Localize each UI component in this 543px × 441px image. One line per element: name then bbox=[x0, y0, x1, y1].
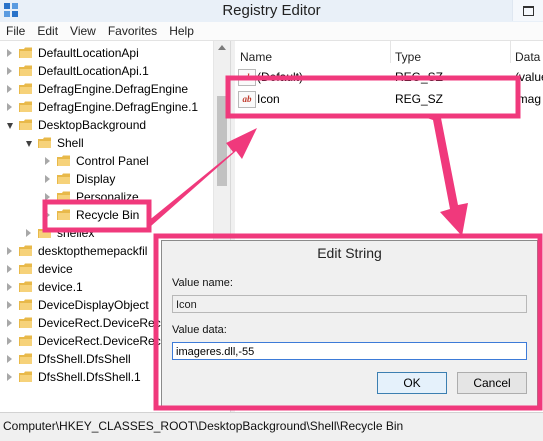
tree-item-label: Recycle Bin bbox=[76, 208, 140, 222]
collapsed-arrow-icon[interactable] bbox=[7, 49, 12, 57]
value-row[interactable]: ab Icon REG_SZ imag bbox=[235, 90, 543, 108]
collapsed-arrow-icon[interactable] bbox=[7, 319, 12, 327]
collapsed-arrow-icon[interactable] bbox=[7, 337, 12, 345]
value-data: (value bbox=[515, 70, 543, 84]
tree-item-label: DefragEngine.DefragEngine bbox=[38, 82, 189, 96]
collapsed-arrow-icon[interactable] bbox=[7, 247, 12, 255]
tree-item-label: DeviceRect.DeviceRec bbox=[38, 334, 161, 348]
tree-item-label: DesktopBackground bbox=[38, 118, 147, 132]
tree-item-label: Control Panel bbox=[76, 154, 149, 168]
menu-help[interactable]: Help bbox=[163, 22, 200, 38]
tree-item-label: DefragEngine.DefragEngine.1 bbox=[38, 100, 199, 114]
folder-icon bbox=[19, 353, 32, 364]
tree-item-label: DfsShell.DfsShell bbox=[38, 352, 131, 366]
folder-icon bbox=[19, 317, 32, 328]
folder-icon bbox=[19, 83, 32, 94]
folder-icon bbox=[57, 209, 70, 220]
menu-favorites[interactable]: Favorites bbox=[102, 22, 163, 38]
tree-item-label: shellex bbox=[57, 226, 95, 240]
tree-item-label: DfsShell.DfsShell.1 bbox=[38, 370, 141, 384]
expanded-arrow-icon[interactable] bbox=[26, 141, 32, 147]
collapsed-arrow-icon[interactable] bbox=[45, 193, 50, 201]
collapsed-arrow-icon[interactable] bbox=[7, 103, 12, 111]
status-bar: Computer\HKEY_CLASSES_ROOT\DesktopBackgr… bbox=[0, 412, 543, 441]
string-value-icon: ab bbox=[238, 69, 256, 86]
edit-string-dialog: Edit String Value name: Icon Value data:… bbox=[161, 240, 538, 407]
column-header-name[interactable]: Name bbox=[235, 41, 391, 64]
value-data: imag bbox=[515, 92, 542, 106]
scrollbar-thumb[interactable] bbox=[217, 96, 227, 186]
collapsed-arrow-icon[interactable] bbox=[45, 211, 50, 219]
folder-icon bbox=[19, 245, 32, 256]
tree-item-label: Shell bbox=[57, 136, 84, 150]
value-data-label: Value data: bbox=[172, 324, 227, 336]
collapsed-arrow-icon[interactable] bbox=[7, 355, 12, 363]
window-title: Registry Editor bbox=[222, 2, 321, 19]
ok-button[interactable]: OK bbox=[377, 372, 447, 394]
string-value-icon: ab bbox=[238, 91, 256, 108]
collapsed-arrow-icon[interactable] bbox=[7, 283, 12, 291]
folder-icon bbox=[19, 119, 32, 130]
folder-icon bbox=[19, 371, 32, 382]
cancel-button[interactable]: Cancel bbox=[457, 372, 527, 394]
expanded-arrow-icon[interactable] bbox=[7, 123, 13, 129]
folder-icon bbox=[19, 299, 32, 310]
collapsed-arrow-icon[interactable] bbox=[7, 85, 12, 93]
value-name: Icon bbox=[257, 92, 280, 106]
value-type: REG_SZ bbox=[395, 70, 444, 84]
tree-item-label: DeviceRect.DeviceRec bbox=[38, 316, 161, 330]
folder-icon bbox=[38, 137, 51, 148]
collapsed-arrow-icon[interactable] bbox=[45, 157, 50, 165]
folder-icon bbox=[57, 173, 70, 184]
value-name: (Default) bbox=[257, 70, 304, 84]
folder-icon bbox=[57, 191, 70, 202]
menu-view[interactable]: View bbox=[64, 22, 102, 38]
tree-item-label: Display bbox=[76, 172, 116, 186]
maximize-icon bbox=[523, 6, 534, 16]
folder-icon bbox=[19, 65, 32, 76]
value-type: REG_SZ bbox=[395, 92, 444, 106]
menu-edit[interactable]: Edit bbox=[31, 22, 64, 38]
collapsed-arrow-icon[interactable] bbox=[45, 175, 50, 183]
tree-item-label: DeviceDisplayObject bbox=[38, 298, 149, 312]
column-header-data[interactable]: Data bbox=[510, 41, 543, 64]
tree-item-label: DefaultLocationApi bbox=[38, 46, 139, 60]
collapsed-arrow-icon[interactable] bbox=[7, 265, 12, 273]
maximize-button[interactable] bbox=[512, 0, 543, 21]
collapsed-arrow-icon[interactable] bbox=[26, 229, 31, 237]
folder-icon bbox=[19, 263, 32, 274]
column-header-type[interactable]: Type bbox=[390, 41, 511, 64]
value-name-label: Value name: bbox=[172, 277, 233, 289]
menu-bar: File Edit View Favorites Help bbox=[0, 22, 543, 41]
folder-icon bbox=[19, 47, 32, 58]
folder-icon bbox=[57, 155, 70, 166]
title-bar: Registry Editor bbox=[0, 0, 543, 23]
collapsed-arrow-icon[interactable] bbox=[7, 67, 12, 75]
tree-item-label: Personalize bbox=[76, 190, 139, 204]
dialog-title-bar: Edit String bbox=[162, 241, 537, 263]
value-data-field[interactable]: imageres.dll,-55 bbox=[172, 342, 527, 360]
folder-icon bbox=[19, 281, 32, 292]
collapsed-arrow-icon[interactable] bbox=[7, 301, 12, 309]
value-row[interactable]: ab (Default) REG_SZ (value bbox=[235, 68, 543, 86]
folder-icon bbox=[19, 335, 32, 346]
collapsed-arrow-icon[interactable] bbox=[7, 373, 12, 381]
folder-icon bbox=[19, 101, 32, 112]
tree-item-label: device.1 bbox=[38, 280, 83, 294]
folder-icon bbox=[38, 227, 51, 238]
tree-item-label: DefaultLocationApi.1 bbox=[38, 64, 149, 78]
scroll-up-arrow-icon[interactable] bbox=[218, 45, 226, 50]
menu-file[interactable]: File bbox=[0, 22, 31, 38]
key-path: Computer\HKEY_CLASSES_ROOT\DesktopBackgr… bbox=[3, 419, 404, 433]
dialog-title: Edit String bbox=[317, 245, 382, 261]
tree-item-label: desktopthemepackfil bbox=[38, 244, 148, 258]
tree-item-label: device bbox=[38, 262, 73, 276]
value-name-field: Icon bbox=[172, 295, 527, 313]
